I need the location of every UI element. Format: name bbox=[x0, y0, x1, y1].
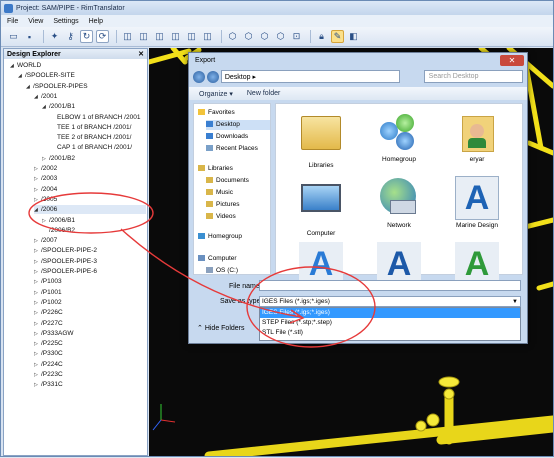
application-window: Project: SAM/PIPE - RimTranslator File V… bbox=[0, 0, 554, 457]
annotation-circle-save-type bbox=[246, 266, 376, 348]
annotation-arrow bbox=[120, 228, 302, 318]
annotation-circle-tree bbox=[28, 192, 154, 234]
annotation-overlay bbox=[28, 192, 376, 348]
